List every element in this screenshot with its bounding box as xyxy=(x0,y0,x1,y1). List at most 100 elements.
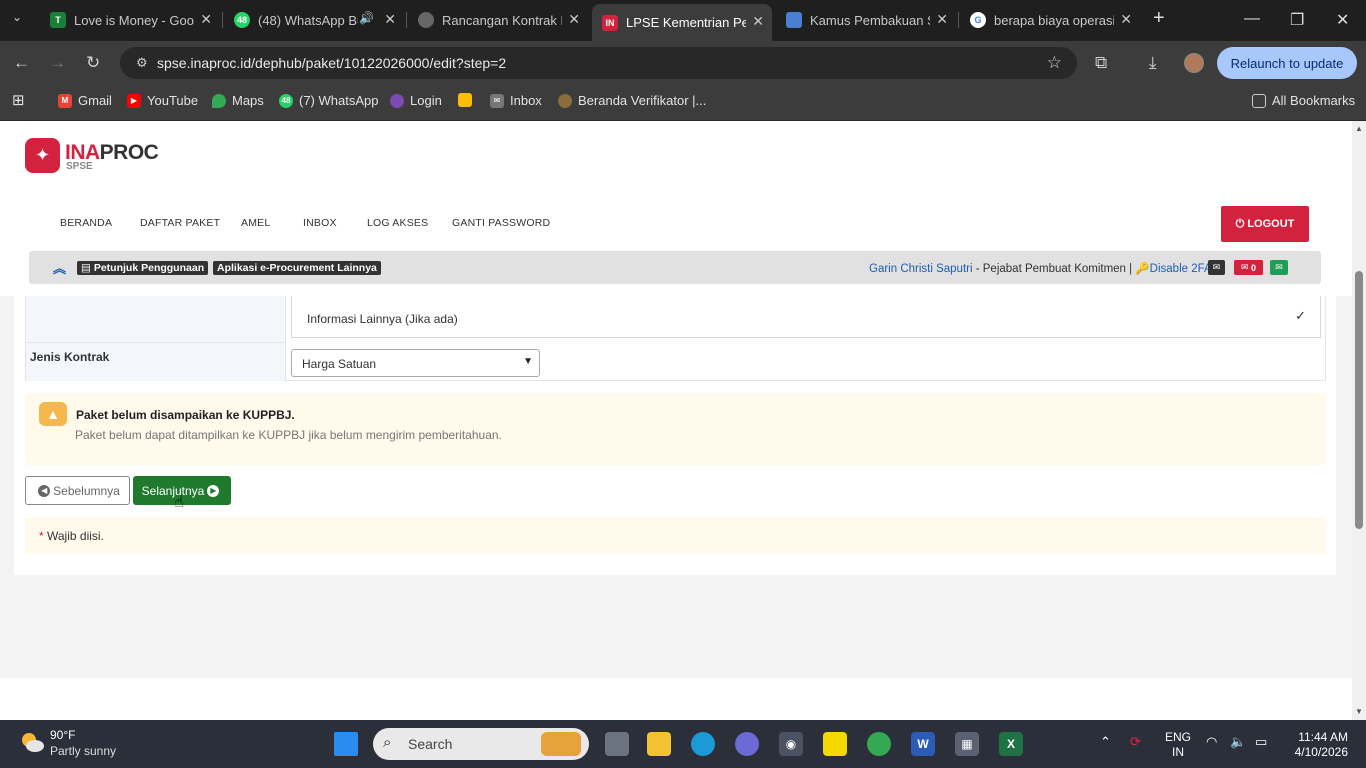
scrollbar-thumb[interactable] xyxy=(1355,271,1363,529)
tray-chevron-up-icon[interactable]: ⌃ xyxy=(1100,734,1111,750)
restore-icon[interactable]: ❐ xyxy=(1290,10,1304,30)
site-info-icon[interactable]: ⚙ xyxy=(136,55,148,71)
warning-icon: ▲ xyxy=(39,402,67,426)
tab-title: Kamus Pembakuan St xyxy=(810,12,930,28)
camera-icon[interactable]: ◉ xyxy=(779,732,803,756)
speaker-icon[interactable]: 🔊 xyxy=(359,11,374,25)
message-icon[interactable]: ✉ xyxy=(1208,260,1225,275)
windows-start-icon[interactable] xyxy=(334,732,358,756)
taskbar-search[interactable]: ⌕ Search xyxy=(373,728,589,760)
close-icon[interactable]: ✕ xyxy=(752,13,764,30)
tab-kamus-pembakuan[interactable]: Kamus Pembakuan St ✕ xyxy=(776,6,956,34)
tab-love-is-money[interactable]: T Love is Money - Goo ✕ xyxy=(40,6,220,34)
logout-button[interactable]: ⏻ LOGOUT xyxy=(1221,206,1309,242)
battery-icon[interactable]: ▭ xyxy=(1255,734,1267,750)
url-text[interactable]: spse.inaproc.id/dephub/paket/10122026000… xyxy=(157,55,506,71)
weather-desc[interactable]: Partly sunny xyxy=(50,744,116,758)
chrome-icon[interactable] xyxy=(867,732,891,756)
sync-icon[interactable]: ⟳ xyxy=(1130,734,1141,750)
copilot-icon[interactable] xyxy=(735,732,759,756)
bookmark-star-icon[interactable]: ☆ xyxy=(1047,53,1062,73)
minimize-icon[interactable]: — xyxy=(1244,10,1260,28)
calculator-icon[interactable]: ▦ xyxy=(955,732,979,756)
scroll-down-icon[interactable]: ▼ xyxy=(1355,707,1363,716)
bookmark-beranda-verifikator[interactable]: Beranda Verifikator |... xyxy=(558,93,706,108)
wifi-icon[interactable]: ◠ xyxy=(1206,734,1217,750)
address-bar[interactable]: ⚙ spse.inaproc.id/dephub/paket/101220260… xyxy=(120,47,1077,79)
bookmark-gmail[interactable]: M Gmail xyxy=(58,93,112,108)
tab-rancangan-kontrak[interactable]: Rancangan Kontrak P ✕ xyxy=(408,6,588,34)
menu-daftar-paket[interactable]: DAFTAR PAKET xyxy=(140,217,220,229)
pinwheel-icon xyxy=(458,93,472,107)
window-close-icon[interactable]: ✕ xyxy=(1336,10,1349,30)
guide-label: Petunjuk Penggunaan xyxy=(93,262,205,274)
next-label: Selanjutnya xyxy=(141,483,205,498)
whatsapp-icon: 48 xyxy=(234,12,250,28)
other-apps-link[interactable]: Aplikasi e-Procurement Lainnya xyxy=(213,261,381,275)
bookmark-maps[interactable]: Maps xyxy=(212,93,264,108)
download-icon[interactable]: ⤓ xyxy=(1149,53,1157,73)
page-viewport: ✦ INAPROC SPSE BERANDA DAFTAR PAKET AMEL… xyxy=(0,121,1352,720)
edge-icon[interactable] xyxy=(691,732,715,756)
menu-log-akses[interactable]: LOG AKSES xyxy=(367,217,428,229)
tab-search-icon[interactable]: ⌄ xyxy=(12,10,22,24)
word-icon[interactable]: W xyxy=(911,732,935,756)
reload-icon[interactable]: ↻ xyxy=(86,53,100,73)
user-name-link[interactable]: Garin Christi Saputri xyxy=(869,263,973,275)
previous-button[interactable]: ◀ Sebelumnya xyxy=(25,476,130,505)
sticky-notes-icon[interactable] xyxy=(823,732,847,756)
bookmark-pinwheel[interactable] xyxy=(458,93,478,107)
all-bookmarks[interactable]: All Bookmarks xyxy=(1252,93,1355,108)
notification-button[interactable]: ✉ 0 xyxy=(1234,260,1263,275)
disable-2fa-link[interactable]: 🔑Disable 2FA xyxy=(1135,263,1211,275)
guide-link[interactable]: ▤ Petunjuk Penggunaan xyxy=(77,261,209,275)
menu-amel[interactable]: AMEL xyxy=(241,217,270,229)
forward-icon[interactable]: → xyxy=(49,53,66,73)
relaunch-button[interactable]: Relaunch to update xyxy=(1217,47,1357,79)
bookmark-whatsapp[interactable]: 48 (7) WhatsApp xyxy=(279,93,378,108)
gmail-icon: M xyxy=(58,93,72,108)
book-icon xyxy=(786,12,802,28)
new-tab-icon[interactable]: + xyxy=(1153,7,1165,30)
tab-title: Love is Money - Goo xyxy=(74,12,194,28)
bookmarks-bar: ⊞ M Gmail ▶ YouTube Maps 48 (7) WhatsApp Lo… xyxy=(0,85,1366,121)
close-icon[interactable]: ✕ xyxy=(568,11,580,28)
close-icon[interactable]: ✕ xyxy=(1120,11,1132,28)
whatsapp-icon: 48 xyxy=(279,93,293,108)
menu-inbox[interactable]: INBOX xyxy=(303,217,337,229)
menu-ganti-password[interactable]: GANTI PASSWORD xyxy=(452,217,550,229)
collapse-up-icon[interactable]: ︽ xyxy=(53,258,66,277)
task-view-icon[interactable] xyxy=(605,732,629,756)
extensions-icon[interactable]: ⧉ xyxy=(1095,53,1107,73)
volume-icon[interactable]: 🔈 xyxy=(1230,734,1246,750)
bookmark-label: Login xyxy=(410,93,442,108)
menu-beranda[interactable]: BERANDA xyxy=(60,217,112,229)
page-scrollbar[interactable]: ▲ ▼ xyxy=(1352,121,1366,720)
other-info-field[interactable]: Informasi Lainnya (Jika ada) ✓ xyxy=(291,296,1321,338)
logout-label: LOGOUT xyxy=(1247,218,1295,230)
close-icon[interactable]: ✕ xyxy=(200,11,212,28)
close-icon[interactable]: ✕ xyxy=(384,11,396,28)
profile-avatar[interactable] xyxy=(1184,53,1204,73)
tab-google-search[interactable]: G berapa biaya operasi ✕ xyxy=(960,6,1140,34)
bookmark-login[interactable]: Login xyxy=(390,93,442,108)
tab-lpse-active[interactable]: IN LPSE Kementrian Perh ✕ xyxy=(592,4,772,41)
back-icon[interactable]: ← xyxy=(13,53,30,73)
mail-icon: ✉ xyxy=(490,93,504,108)
contract-type-select[interactable]: Harga Satuan ▼ xyxy=(291,349,540,377)
apps-grid-icon[interactable]: ⊞ xyxy=(12,91,25,109)
browser-toolbar: ← → ↻ ⚙ spse.inaproc.id/dephub/paket/101… xyxy=(0,41,1366,85)
site-header: ✦ INAPROC SPSE BERANDA DAFTAR PAKET AMEL… xyxy=(0,121,1352,296)
scroll-up-icon[interactable]: ▲ xyxy=(1355,124,1363,133)
open-mail-icon[interactable]: ✉ xyxy=(1270,260,1288,275)
excel-icon[interactable]: X xyxy=(999,732,1023,756)
language-indicator[interactable]: ENG IN xyxy=(1165,730,1191,760)
tab-whatsapp[interactable]: 48 (48) WhatsApp Bu 🔊 ✕ xyxy=(224,6,404,34)
bookmark-youtube[interactable]: ▶ YouTube xyxy=(127,93,198,108)
weather-sun-cloud-icon[interactable] xyxy=(18,730,46,754)
file-explorer-icon[interactable] xyxy=(647,732,671,756)
weather-temp[interactable]: 90°F xyxy=(50,728,75,742)
close-icon[interactable]: ✕ xyxy=(936,11,948,28)
clock[interactable]: 11:44 AM 4/10/2026 xyxy=(1290,730,1348,760)
bookmark-inbox[interactable]: ✉ Inbox xyxy=(490,93,542,108)
